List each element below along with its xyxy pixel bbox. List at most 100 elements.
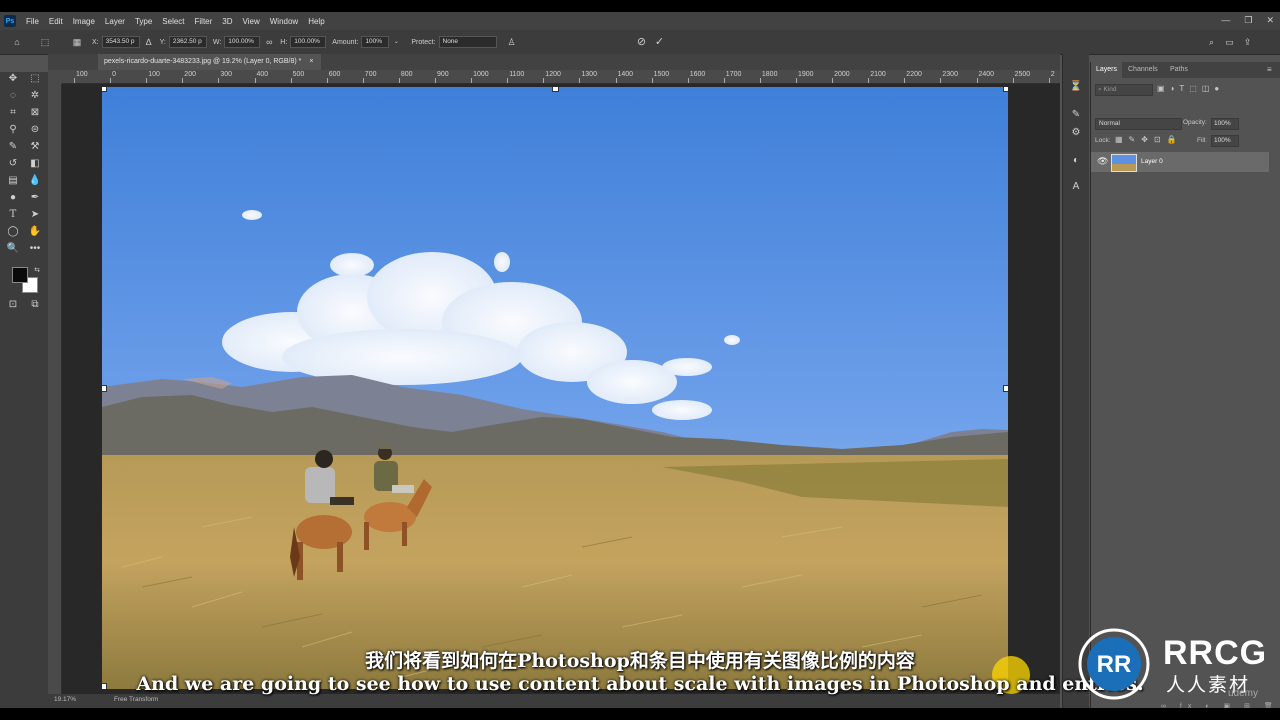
opacity-input[interactable]: 100% xyxy=(1211,118,1239,130)
search-icon[interactable]: ⌕ xyxy=(1207,37,1217,47)
magic-wand-tool-icon[interactable]: ✲ xyxy=(28,89,42,103)
move-tool-icon[interactable]: ✥ xyxy=(6,72,20,86)
character-panel-icon[interactable]: A xyxy=(1069,180,1083,194)
commit-transform-icon[interactable]: ✓ xyxy=(655,37,665,48)
transform-tool-icon: ⬚ xyxy=(40,37,50,47)
eraser-tool-icon[interactable]: ◧ xyxy=(28,157,42,171)
landscape-photo xyxy=(102,87,1008,689)
pen-tool-icon[interactable]: ✒ xyxy=(28,191,42,205)
horizontal-ruler[interactable]: 100 0 100 200 300 400 500 600 700 800 900 1000 1100 1… xyxy=(62,70,1060,84)
tab-paths[interactable]: Paths xyxy=(1165,62,1193,78)
home-icon[interactable]: ⌂ xyxy=(12,37,22,47)
dodge-tool-icon[interactable]: ● xyxy=(6,191,20,205)
tab-close-icon[interactable]: × xyxy=(309,58,313,65)
filter-type-icons[interactable]: ▣◑T⬚◫● xyxy=(1157,84,1224,93)
ruler-tick-label: 0 xyxy=(112,71,116,78)
amount-dropdown-icon[interactable]: ⌄ xyxy=(391,37,401,47)
delta-icon[interactable]: ∆ xyxy=(144,37,154,47)
gradient-tool-icon[interactable]: ▤ xyxy=(6,174,20,188)
frame-tool-icon[interactable]: ⊠ xyxy=(28,106,42,120)
canvas-area[interactable] xyxy=(62,84,1060,694)
history-brush-tool-icon[interactable]: ↺ xyxy=(6,157,20,171)
link-icon[interactable]: ∞ xyxy=(264,37,274,47)
protect-select[interactable]: None xyxy=(438,36,497,48)
foreground-color-swatch-top[interactable] xyxy=(12,267,28,283)
transform-handle-top[interactable] xyxy=(552,87,559,92)
menu-window[interactable]: Window xyxy=(265,17,303,26)
menu-file[interactable]: File xyxy=(21,17,44,26)
properties-panel-icon[interactable]: ◐ xyxy=(1069,154,1083,168)
transform-handle-top-right[interactable] xyxy=(1003,87,1008,92)
transform-handle-top-left[interactable] xyxy=(102,87,107,92)
ruler-tick-label: 100 xyxy=(148,71,160,78)
menu-layer[interactable]: Layer xyxy=(100,17,130,26)
reference-point-icon[interactable]: ▦ xyxy=(72,37,82,47)
document-tab[interactable]: pexels-ricardo-duarte-3483233.jpg @ 19.2… xyxy=(98,54,322,70)
brush-settings-panel-icon[interactable]: ✎ xyxy=(1069,108,1083,122)
minimize-icon[interactable]: — xyxy=(1221,15,1230,26)
hand-tool-icon[interactable]: ✋ xyxy=(28,225,42,239)
width-input[interactable]: 100.00% xyxy=(224,36,261,48)
ruler-tick-label: 800 xyxy=(400,71,413,78)
adjustments-panel-icon[interactable]: ⚙ xyxy=(1069,126,1083,140)
layer-footer-icons[interactable]: ∞ fx ◐ ▣ ⊞ 🗑 xyxy=(1161,702,1279,708)
quick-mask-icon[interactable]: ⊡ xyxy=(6,298,20,312)
vertical-ruler[interactable] xyxy=(48,84,62,694)
type-tool-icon[interactable]: T xyxy=(6,208,20,222)
y-position-input[interactable]: 2362.50 p xyxy=(168,36,207,48)
zoom-level[interactable]: 19.17% xyxy=(54,696,76,703)
height-input[interactable]: 100.00% xyxy=(290,36,327,48)
more-tools-icon[interactable]: ••• xyxy=(28,242,42,256)
fill-input[interactable]: 100% xyxy=(1211,135,1239,147)
amount-label: Amount: xyxy=(332,38,359,46)
zoom-tool-icon[interactable]: 🔍 xyxy=(6,242,20,256)
menu-view[interactable]: View xyxy=(238,17,265,26)
cancel-transform-icon[interactable]: ⊘ xyxy=(637,37,647,48)
ruler-tick-mark xyxy=(507,78,509,83)
history-panel-icon[interactable]: ⏳ xyxy=(1069,80,1083,94)
marquee-tool-icon[interactable]: ⬚ xyxy=(28,72,42,86)
menu-filter[interactable]: Filter xyxy=(190,17,218,26)
menu-help[interactable]: Help xyxy=(303,17,329,26)
tab-channels[interactable]: Channels xyxy=(1123,62,1163,78)
screen-mode-icon[interactable]: ⧉ xyxy=(28,298,42,312)
menu-select[interactable]: Select xyxy=(157,17,189,26)
layer-filter-input[interactable]: ⌕ Kind xyxy=(1095,84,1153,96)
ruler-tick-mark xyxy=(868,78,870,83)
document-image[interactable] xyxy=(102,87,1008,689)
fill-label: Fill: xyxy=(1197,137,1208,144)
brush-tool-icon[interactable]: ✎ xyxy=(6,140,20,154)
menu-type[interactable]: Type xyxy=(130,17,157,26)
lasso-tool-icon[interactable]: ◌ xyxy=(6,89,20,103)
amount-input[interactable]: 100% xyxy=(361,36,390,48)
transform-handle-right[interactable] xyxy=(1003,385,1008,392)
blur-tool-icon[interactable]: 💧 xyxy=(28,174,42,188)
workspace-icon[interactable]: ▭ xyxy=(1225,37,1235,47)
clone-stamp-tool-icon[interactable]: ⚒ xyxy=(28,140,42,154)
restore-icon[interactable]: ❐ xyxy=(1244,15,1252,26)
share-icon[interactable]: ⇪ xyxy=(1243,37,1253,47)
x-position-input[interactable]: 3543.50 p xyxy=(101,36,140,48)
blend-mode-select[interactable]: Normal xyxy=(1095,118,1182,130)
menu-edit[interactable]: Edit xyxy=(44,17,68,26)
menu-3d[interactable]: 3D xyxy=(217,17,237,26)
spot-healing-tool-icon[interactable]: ⊜ xyxy=(28,123,42,137)
tab-layers[interactable]: Layers xyxy=(1091,62,1123,78)
layer-name[interactable]: Layer 0 xyxy=(1141,158,1163,165)
photoshop-logo-icon: Ps xyxy=(4,15,16,27)
eyedropper-tool-icon[interactable]: ⚲ xyxy=(6,123,20,137)
lock-icons[interactable]: ▦✎✥⊡🔒 xyxy=(1115,135,1183,144)
menu-image[interactable]: Image xyxy=(68,17,100,26)
close-icon[interactable]: ✕ xyxy=(1266,15,1274,26)
swap-colors-icon[interactable]: ⇆ xyxy=(30,264,44,278)
crop-tool-icon[interactable]: ⌗ xyxy=(6,106,20,120)
protect-skin-icon[interactable]: ♙ xyxy=(507,37,517,47)
path-selection-tool-icon[interactable]: ➤ xyxy=(28,208,42,222)
shape-tool-icon[interactable]: ◯ xyxy=(6,225,20,239)
transform-handle-left[interactable] xyxy=(102,385,107,392)
panel-menu-icon[interactable]: ≡ xyxy=(1267,65,1272,74)
ruler-tick-mark xyxy=(796,78,797,83)
layer-row[interactable]: 👁 Layer 0 xyxy=(1091,152,1269,172)
visibility-eye-icon[interactable]: 👁 xyxy=(1097,156,1108,167)
ruler-tick-mark xyxy=(579,78,581,83)
